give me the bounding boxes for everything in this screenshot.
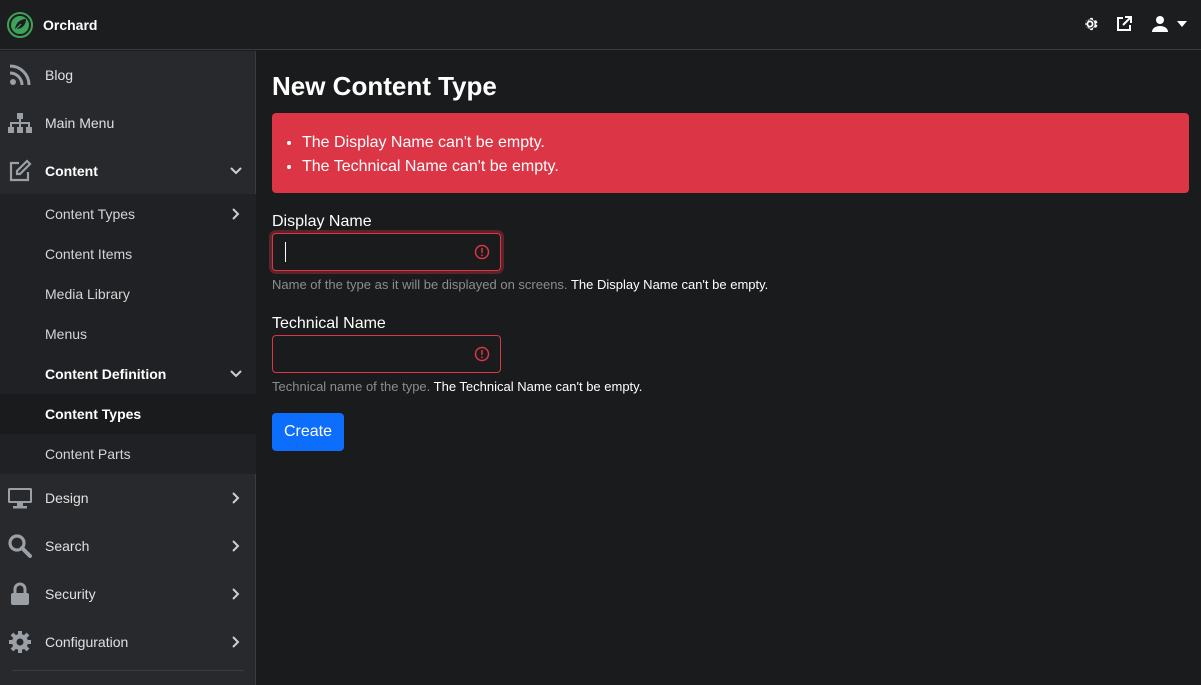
sidebar-item-content-items[interactable]: Content Items [0, 234, 256, 274]
text-caret [285, 242, 286, 262]
create-button[interactable]: Create [272, 413, 344, 451]
sidebar-item-media-library[interactable]: Media Library [0, 274, 256, 314]
chevron-down-icon [230, 370, 242, 378]
sidebar-item-label: Blog [45, 67, 74, 83]
validation-alert: The Display Name can't be empty. The Tec… [272, 113, 1189, 193]
sitemap-icon [8, 113, 32, 133]
sidebar-item-label: Menus [45, 326, 88, 342]
chevron-right-icon [232, 208, 240, 220]
brand-name: Orchard [43, 17, 98, 33]
error-item: The Display Name can't be empty. [302, 131, 559, 155]
content-submenu: Content Types Content Items Media Librar… [0, 194, 256, 474]
sidebar-item-content-definition[interactable]: Content Definition [0, 354, 256, 394]
sidebar: Blog Main Menu Content Content Types Con… [0, 51, 256, 685]
lock-icon [11, 582, 29, 605]
chevron-right-icon [232, 540, 240, 552]
main-content: New Content Type The Display Name can't … [257, 51, 1201, 685]
sidebar-item-label: Configuration [45, 634, 129, 650]
sidebar-item-label: Content Items [45, 246, 133, 262]
sidebar-item-content-types[interactable]: Content Types [0, 194, 256, 234]
gear-icon[interactable] [1080, 14, 1100, 34]
sidebar-item-search[interactable]: Search [0, 522, 256, 570]
sidebar-item-menus[interactable]: Menus [0, 314, 256, 354]
display-name-error-text: The Display Name can't be empty. [570, 277, 769, 292]
orchard-logo-icon [7, 12, 33, 38]
error-icon [474, 346, 490, 362]
page-title: New Content Type [272, 71, 497, 101]
sidebar-item-content-types-active[interactable]: Content Types [0, 394, 256, 434]
sidebar-item-configuration[interactable]: Configuration [0, 618, 256, 666]
sidebar-item-design[interactable]: Design [0, 474, 256, 522]
technical-name-label: Technical Name [272, 315, 386, 332]
sidebar-item-label: Content Parts [45, 446, 131, 462]
chevron-right-icon [232, 588, 240, 600]
sidebar-divider [12, 670, 244, 671]
sidebar-item-label: Content [45, 163, 98, 179]
sidebar-item-label: Search [45, 538, 90, 554]
brand[interactable]: Orchard [7, 11, 97, 39]
edit-icon [9, 159, 32, 182]
cog-icon [9, 631, 31, 653]
display-name-label: Display Name [272, 213, 372, 230]
sidebar-item-blog[interactable]: Blog [0, 51, 256, 99]
sidebar-item-label: Content Types [45, 206, 136, 222]
technical-name-error-text: The Technical Name can't be empty. [433, 379, 643, 394]
top-navbar: Orchard [0, 0, 1201, 50]
chevron-right-icon [232, 636, 240, 648]
sidebar-item-label: Main Menu [45, 115, 115, 131]
user-icon[interactable] [1150, 14, 1170, 34]
error-item: The Technical Name can't be empty. [302, 155, 559, 179]
error-list: The Display Name can't be empty. The Tec… [302, 131, 559, 179]
display-name-help: Name of the type as it will be displayed… [272, 277, 768, 292]
error-icon [474, 244, 490, 260]
technical-name-help: Technical name of the type. The Technica… [272, 379, 642, 394]
chevron-down-icon [230, 167, 242, 175]
sidebar-item-label: Security [45, 586, 96, 602]
technical-name-input[interactable] [273, 336, 473, 372]
display-name-input[interactable] [273, 234, 473, 270]
sidebar-item-content[interactable]: Content [0, 147, 256, 195]
sidebar-item-label: Content Types [45, 406, 142, 422]
rss-icon [9, 64, 31, 86]
display-name-field-wrapper [272, 233, 501, 271]
chevron-right-icon [232, 492, 240, 504]
monitor-icon [8, 488, 32, 509]
external-link-icon[interactable] [1114, 14, 1134, 34]
search-icon [8, 534, 32, 558]
sidebar-item-security[interactable]: Security [0, 570, 256, 618]
sidebar-item-label: Design [45, 490, 89, 506]
caret-down-icon[interactable] [1176, 19, 1188, 29]
sidebar-item-label: Content Definition [45, 366, 167, 382]
technical-name-help-text: Technical name of the type. [272, 379, 431, 394]
display-name-help-text: Name of the type as it will be displayed… [272, 277, 568, 292]
sidebar-item-content-parts[interactable]: Content Parts [0, 434, 256, 474]
sidebar-item-label: Media Library [45, 286, 130, 302]
sidebar-item-main-menu[interactable]: Main Menu [0, 99, 256, 147]
technical-name-field-wrapper [272, 335, 501, 373]
